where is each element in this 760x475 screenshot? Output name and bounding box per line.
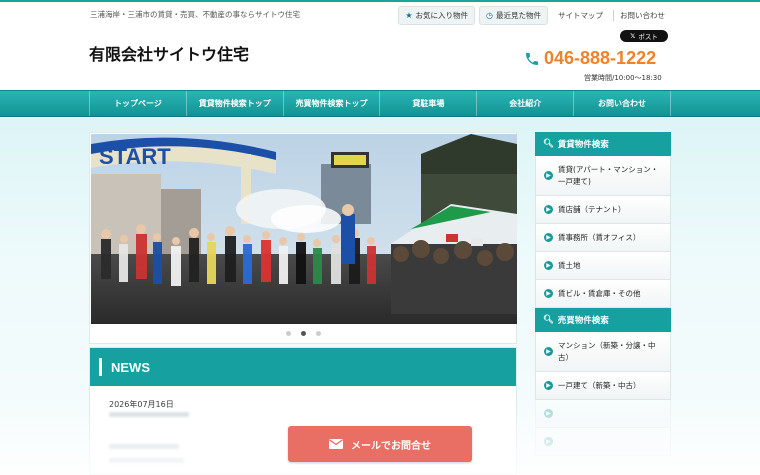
news-title: NEWS [111,359,150,375]
sitemap-link[interactable]: サイトマップ [552,10,609,21]
favorites-label: お気に入り物件 [415,11,469,20]
sidebar-item-label: マンション（新築・分譲・中古） [558,341,656,362]
sale-search-title: 売買物件検索 [557,316,609,326]
main-nav: トップページ 賃貸物件検索トップ 売買物件検索トップ 貸駐車場 会社紹介 お問い… [0,90,760,117]
nav-item-top[interactable]: トップページ [89,91,186,116]
post-label: ポスト [638,33,658,41]
nav-item-parking[interactable]: 貸駐車場 [379,91,476,116]
sidebar-item-rental-land[interactable]: ▶ 賃土地 [535,252,671,280]
sidebar-item-sale-mansion[interactable]: ▶ マンション（新築・分譲・中古） [535,332,671,372]
business-hours: 営業時間/10:00～18:30 [584,74,662,82]
chevron-right-icon: ▶ [544,409,553,418]
slider-dot-2[interactable] [300,331,306,336]
news-item-blurred [109,412,189,417]
recent-label: 最近見た物件 [496,11,541,20]
top-accent-line [0,0,760,2]
news-date: 2026年07月16日 [109,400,174,409]
contact-link[interactable]: お問い合わせ [613,10,671,21]
phone-block[interactable]: 046-888-1222 [524,48,656,69]
nav-item-contact[interactable]: お問い合わせ [573,91,671,116]
favorites-button[interactable]: ★ お気に入り物件 [398,6,476,25]
search-icon: 🔍︎ [543,315,554,325]
sidebar-item-rental-residential[interactable]: ▶ 賃貸(アパート・マンション・一戸建て) [535,156,671,196]
envelope-icon [329,439,343,449]
slider-dots [90,331,516,336]
sidebar-item-rental-store[interactable]: ▶ 賃店舗（テナント） [535,196,671,224]
start-banner-text: START [99,144,171,169]
sidebar-item-faded: ▶ [535,400,671,428]
mail-contact-label: メールでお問合せ [351,440,431,452]
star-icon: ★ [405,11,413,20]
company-logo-text[interactable]: 有限会社サイトウ住宅 [89,41,249,65]
sidebar-item-sale-house[interactable]: ▶ 一戸建て（新築・中古） [535,372,671,400]
sidebar-item-label: 賃ビル・賃倉庫・その他 [558,288,641,298]
x-post-button[interactable]: 𝕏 ポスト [620,30,668,42]
search-icon: 🔍︎ [543,139,554,149]
rental-search-header: 🔍︎ 賃貸物件検索 [535,132,671,156]
sidebar-item-label: 賃土地 [558,260,581,270]
sale-search-header: 🔍︎ 売買物件検索 [535,308,671,332]
sidebar-item-label: 賃店舗（テナント） [558,204,626,214]
x-icon: 𝕏 [630,32,636,40]
sidebar-item-rental-office[interactable]: ▶ 賃事務所（賃オフィス） [535,224,671,252]
news-item-blurred [109,444,179,449]
chevron-right-icon: ▶ [544,347,553,356]
sidebar-item-faded: ▶ [535,428,671,456]
news-item-blurred [109,458,184,463]
hero-slider: START [89,132,517,344]
chevron-right-icon: ▶ [544,381,553,390]
recent-button[interactable]: ◷ 最近見た物件 [479,6,548,25]
slider-dot-3[interactable] [315,331,321,336]
mail-contact-button[interactable]: メールでお問合せ [288,426,472,462]
phone-number: 046-888-1222 [544,48,657,68]
clock-icon: ◷ [486,11,493,20]
sidebar: 🔍︎ 賃貸物件検索 ▶ 賃貸(アパート・マンション・一戸建て) ▶ 賃店舗（テナ… [535,132,671,456]
sidebar-item-rental-building[interactable]: ▶ 賃ビル・賃倉庫・その他 [535,280,671,308]
chevron-right-icon: ▶ [544,437,553,446]
utility-nav: ★ お気に入り物件 ◷ 最近見た物件 サイトマップ お問い合わせ [398,6,671,25]
chevron-right-icon: ▶ [544,233,553,242]
marathon-illustration: START [91,134,517,324]
nav-item-sale-search[interactable]: 売買物件検索トップ [282,91,380,116]
news-header-bar [99,358,102,376]
chevron-right-icon: ▶ [544,205,553,214]
chevron-right-icon: ▶ [544,171,553,180]
nav-item-company[interactable]: 会社紹介 [476,91,573,116]
news-header: NEWS [90,348,516,386]
sidebar-item-label: 賃貸(アパート・マンション・一戸建て) [558,165,659,186]
sidebar-item-label: 一戸建て（新築・中古） [558,380,641,390]
slider-dot-1[interactable] [285,331,291,336]
site-tagline: 三浦海岸・三浦市の賃貸・売買、不動産の事ならサイトウ住宅 [90,10,300,19]
chevron-right-icon: ▶ [544,289,553,298]
chevron-right-icon: ▶ [544,261,553,270]
phone-icon [526,52,538,65]
marathon-photo: START [91,134,517,324]
nav-item-rental-search[interactable]: 賃貸物件検索トップ [185,91,283,116]
rental-search-title: 賃貸物件検索 [557,140,609,150]
sidebar-item-label: 賃事務所（賃オフィス） [558,232,641,242]
